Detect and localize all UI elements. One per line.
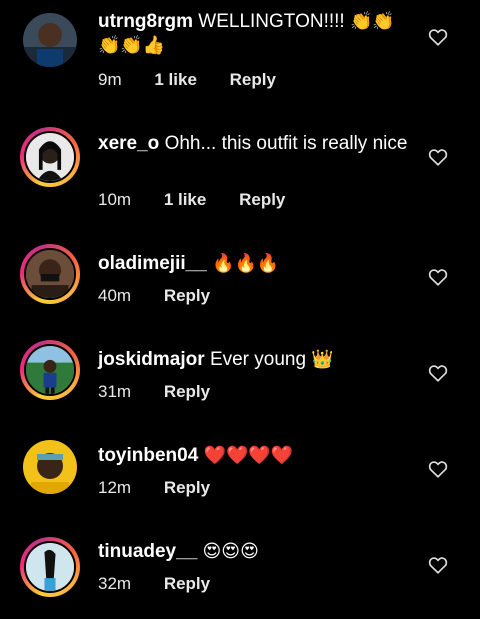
comment-text: utrng8rgm WELLINGTON!!!! 👏👏👏👏👍 (98, 10, 413, 58)
comment-meta: 12m Reply (98, 478, 210, 498)
comment-time: 9m (98, 70, 122, 89)
comment-emoji: 👑 (311, 349, 334, 370)
comment-body: WELLINGTON!!!! (198, 11, 345, 32)
avatar-image (23, 440, 77, 494)
comment-likes[interactable]: 1 like (164, 190, 207, 210)
comment-time: 10m (98, 190, 132, 209)
comment-text: joskidmajor Ever young 👑 (98, 348, 413, 372)
reply-button[interactable]: Reply (230, 70, 276, 90)
comment-time: 40m (98, 286, 132, 305)
avatar-image (24, 541, 76, 593)
comment-time: 31m (98, 382, 132, 401)
reply-button[interactable]: Reply (164, 574, 210, 594)
comment-likes[interactable]: 1 like (154, 70, 197, 90)
avatar[interactable] (20, 10, 80, 70)
avatar-image (23, 13, 77, 67)
comment-username[interactable]: utrng8rgm (98, 11, 193, 32)
comment-text: oladimejii__ 🔥🔥🔥 (98, 252, 413, 276)
avatar-image (24, 248, 76, 300)
avatar[interactable] (20, 537, 80, 597)
comment-text: tinuadey__ 😍😍😍 (98, 540, 413, 564)
comment-meta: 9m 1 like Reply (98, 70, 276, 90)
comment-meta: 10m 1 like Reply (98, 190, 285, 210)
comment-meta: 31m Reply (98, 382, 210, 402)
comment-body: Ever young (209, 349, 307, 370)
avatar[interactable] (20, 340, 80, 400)
heart-outline-icon[interactable] (428, 460, 448, 478)
comment-meta: 40m Reply (98, 286, 210, 306)
comment-text: toyinben04 ❤️❤️❤️❤️ (98, 444, 413, 468)
comment-emoji: ❤️❤️❤️❤️ (203, 445, 294, 466)
comment-emoji: 😍😍😍 (202, 541, 259, 562)
heart-outline-icon[interactable] (428, 364, 448, 382)
avatar[interactable] (20, 244, 80, 304)
comment-username[interactable]: tinuadey__ (98, 541, 197, 562)
reply-button[interactable]: Reply (239, 190, 285, 210)
heart-outline-icon[interactable] (428, 28, 448, 46)
comment-meta: 32m Reply (98, 574, 210, 594)
comment-time: 32m (98, 574, 132, 593)
comment-username[interactable]: xere_o (98, 133, 159, 154)
reply-button[interactable]: Reply (164, 286, 210, 306)
comment-username[interactable]: joskidmajor (98, 349, 205, 370)
comment-time: 12m (98, 478, 132, 497)
comment-username[interactable]: toyinben04 (98, 445, 198, 466)
heart-outline-icon[interactable] (428, 148, 448, 166)
heart-outline-icon[interactable] (428, 556, 448, 574)
avatar[interactable] (20, 437, 80, 497)
avatar[interactable] (20, 127, 80, 187)
comment-emoji: 🔥🔥🔥 (212, 253, 280, 274)
comment-username[interactable]: oladimejii__ (98, 253, 207, 274)
comment-text: xere_o Ohh... this outfit is really nice (98, 132, 413, 156)
heart-outline-icon[interactable] (428, 268, 448, 286)
avatar-image (24, 344, 76, 396)
avatar-image (24, 131, 76, 183)
reply-button[interactable]: Reply (164, 478, 210, 498)
comment-body: Ohh... this outfit is really nice (164, 133, 408, 154)
reply-button[interactable]: Reply (164, 382, 210, 402)
